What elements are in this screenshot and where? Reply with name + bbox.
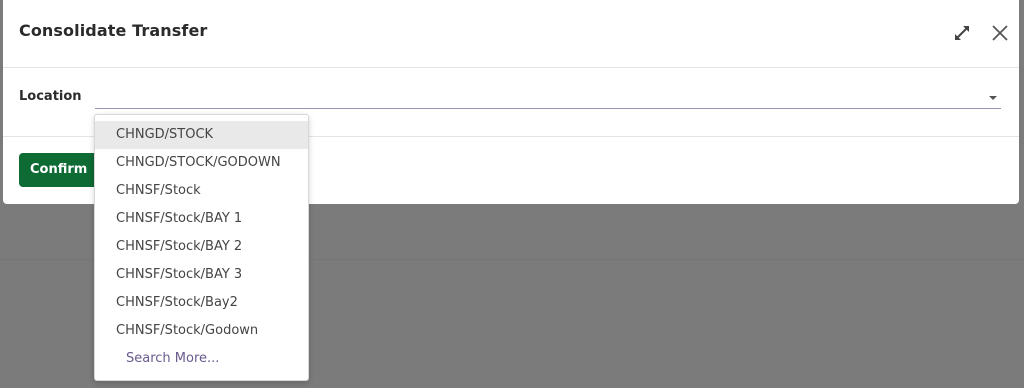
dialog-header: Consolidate Transfer xyxy=(3,0,1019,68)
search-more-link[interactable]: Search More... xyxy=(95,345,308,373)
dropdown-item[interactable]: CHNSF/Stock/Godown xyxy=(95,317,308,345)
dropdown-list: CHNGD/STOCK CHNGD/STOCK/GODOWN CHNSF/Sto… xyxy=(95,121,308,373)
confirm-button[interactable]: Confirm xyxy=(19,153,99,187)
location-label: Location xyxy=(19,89,82,104)
location-dropdown: CHNGD/STOCK CHNGD/STOCK/GODOWN CHNSF/Sto… xyxy=(94,114,309,381)
dropdown-item[interactable]: CHNSF/Stock/BAY 1 xyxy=(95,205,308,233)
dialog-footer: Confirm xyxy=(19,153,99,187)
close-icon[interactable] xyxy=(989,22,1011,44)
dropdown-item[interactable]: CHNSF/Stock/Bay2 xyxy=(95,289,308,317)
dropdown-item[interactable]: CHNSF/Stock/BAY 3 xyxy=(95,261,308,289)
expand-icon[interactable] xyxy=(951,22,973,44)
dropdown-item[interactable]: CHNSF/Stock/BAY 2 xyxy=(95,233,308,261)
chevron-down-icon[interactable] xyxy=(989,96,997,100)
dropdown-item[interactable]: CHNSF/Stock xyxy=(95,177,308,205)
dialog-title: Consolidate Transfer xyxy=(19,21,208,40)
dropdown-item[interactable]: CHNGD/STOCK/GODOWN xyxy=(95,149,308,177)
location-input[interactable] xyxy=(95,82,1001,109)
dropdown-item[interactable]: CHNGD/STOCK xyxy=(95,121,308,149)
